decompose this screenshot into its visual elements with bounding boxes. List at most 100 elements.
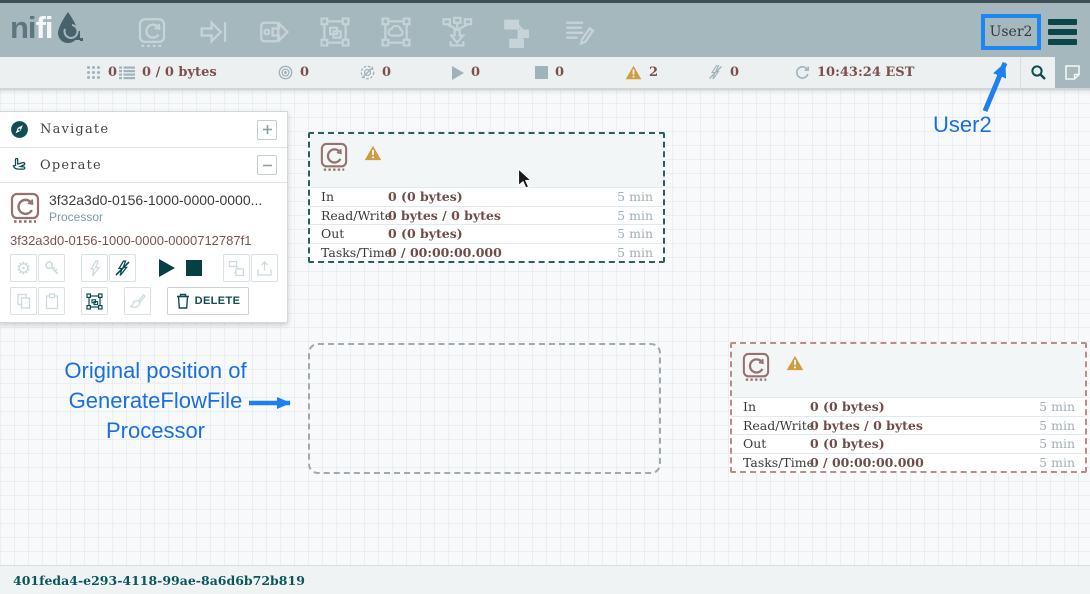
- nifi-app: nifi: [0, 0, 1090, 594]
- operate-component-name: 3f32a3d0-0156-1000-0000-0000...: [49, 192, 262, 208]
- warning-icon: [364, 145, 382, 161]
- label-icon[interactable]: [562, 15, 596, 49]
- save-template-icon: [228, 260, 245, 277]
- original-position-outline: [308, 343, 661, 474]
- paste-icon: [44, 293, 60, 310]
- side-panel: Navigate Operate: [0, 111, 288, 323]
- operate-component-id: 3f32a3d0-0156-1000-0000-0000712787f1: [10, 233, 277, 248]
- template-icon[interactable]: [501, 15, 535, 49]
- invalid-count: 2: [649, 65, 658, 80]
- disabled-icon: [708, 65, 723, 80]
- status-running: 0: [452, 57, 480, 88]
- copy-icon: [16, 293, 32, 310]
- running-icon: [452, 66, 464, 80]
- group-button[interactable]: [81, 287, 108, 315]
- search-button[interactable]: [1020, 57, 1055, 88]
- stat-row-out: Out 0 (0 bytes) 5 min: [732, 434, 1085, 453]
- lightning-slash-icon: [114, 260, 131, 277]
- status-active-threads: 0: [86, 57, 117, 88]
- stopped-count: 0: [555, 65, 564, 80]
- processor-card-copy[interactable]: In 0 (0 bytes) 5 min Read/Write 0 bytes …: [730, 342, 1087, 473]
- invalid-warning-icon: [625, 65, 642, 80]
- trash-icon: [176, 293, 190, 309]
- upload-template-button[interactable]: [251, 254, 278, 282]
- search-icon: [1030, 64, 1047, 81]
- configure-button[interactable]: ⚙: [10, 254, 37, 282]
- warning-icon: [786, 355, 804, 371]
- processor-card-header: [310, 134, 663, 188]
- key-icon: [44, 260, 60, 276]
- start-icon: [159, 259, 175, 277]
- process-group-icon[interactable]: [318, 15, 352, 49]
- stat-row-in: In 0 (0 bytes) 5 min: [732, 398, 1085, 416]
- stat-row-tasks: Tasks/Time 0 / 00:00:00.000 5 min: [310, 243, 663, 262]
- note-icon: [1064, 64, 1081, 81]
- enable-button[interactable]: [81, 254, 108, 282]
- processor-icon[interactable]: [135, 15, 169, 49]
- footer-bar: 401feda4-e293-4118-99ae-8a6d6b72b819: [0, 565, 1090, 594]
- brush-icon: [129, 293, 146, 310]
- processor-stats: In 0 (0 bytes) 5 min Read/Write 0 bytes …: [732, 398, 1085, 471]
- navigate-title: Navigate: [40, 122, 109, 137]
- stop-button[interactable]: [180, 254, 207, 282]
- refresh-icon: [795, 65, 810, 80]
- processor-stats: In 0 (0 bytes) 5 min Read/Write 0 bytes …: [310, 188, 663, 261]
- processor-card-selected[interactable]: In 0 (0 bytes) 5 min Read/Write 0 bytes …: [308, 132, 665, 263]
- not-transmitting-count: 0: [382, 65, 391, 80]
- logo-text-fi: fi: [36, 10, 53, 46]
- disabled-count: 0: [730, 65, 739, 80]
- hand-pointer-icon: [10, 156, 29, 175]
- nifi-logo: nifi: [10, 10, 83, 46]
- transmitting-icon: [278, 65, 293, 80]
- disable-button[interactable]: [109, 254, 136, 282]
- active-threads-count: 0: [108, 65, 117, 80]
- delete-button[interactable]: DELETE: [167, 287, 249, 315]
- navigate-expand-button[interactable]: [257, 120, 277, 140]
- flow-id: 401feda4-e293-4118-99ae-8a6d6b72b819: [0, 573, 305, 588]
- paste-button[interactable]: [38, 287, 65, 315]
- stat-row-tasks: Tasks/Time 0 / 00:00:00.000 5 min: [732, 453, 1085, 472]
- fill-color-button[interactable]: [124, 287, 151, 315]
- remote-process-group-icon[interactable]: [379, 15, 413, 49]
- mouse-cursor: [517, 168, 532, 189]
- status-transmitting: 0: [278, 57, 309, 88]
- nifi-logo-droplet-icon: [55, 11, 83, 45]
- app-header: nifi: [0, 0, 1090, 57]
- operate-panel-body: 3f32a3d0-0156-1000-0000-0000... Processo…: [0, 182, 287, 322]
- operate-collapse-button[interactable]: [257, 155, 277, 175]
- stopped-icon: [535, 66, 548, 79]
- selected-processor-icon: [10, 192, 40, 224]
- upload-template-icon: [256, 260, 273, 277]
- output-port-icon[interactable]: [257, 15, 291, 49]
- operate-title: Operate: [40, 158, 102, 173]
- global-menu-button[interactable]: [1048, 19, 1077, 45]
- not-transmitting-icon: [360, 65, 375, 80]
- status-disabled: 0: [708, 57, 739, 88]
- stat-row-out: Out 0 (0 bytes) 5 min: [310, 224, 663, 243]
- queued-count: 0 / 0 bytes: [142, 65, 217, 80]
- status-bar: 0 0 / 0 bytes 0 0 0: [0, 57, 1090, 89]
- stat-row-readwrite: Read/Write 0 bytes / 0 bytes 5 min: [732, 416, 1085, 435]
- delete-label: DELETE: [195, 295, 241, 307]
- original-position-arrow: [246, 391, 308, 415]
- funnel-icon[interactable]: [440, 15, 474, 49]
- processor-stamp-icon: [320, 142, 348, 172]
- input-port-icon[interactable]: [196, 15, 230, 49]
- start-button[interactable]: [152, 254, 179, 282]
- operate-header[interactable]: Operate: [0, 147, 287, 182]
- transmitting-count: 0: [300, 65, 309, 80]
- stat-row-in: In 0 (0 bytes) 5 min: [310, 188, 663, 206]
- status-last-refresh[interactable]: 10:43:24 EST: [795, 57, 914, 88]
- group-icon: [86, 293, 103, 310]
- operate-component-type: Processor: [49, 210, 262, 224]
- access-policies-button[interactable]: [38, 254, 65, 282]
- status-queued: 0 / 0 bytes: [119, 57, 217, 88]
- navigate-header[interactable]: Navigate: [0, 112, 287, 147]
- running-count: 0: [471, 65, 480, 80]
- user2-arrow: [973, 44, 1025, 116]
- bulletin-button[interactable]: [1055, 57, 1090, 88]
- create-template-button[interactable]: [223, 254, 250, 282]
- copy-button[interactable]: [10, 287, 37, 315]
- queued-list-icon: [119, 66, 135, 80]
- status-invalid: 2: [625, 57, 658, 88]
